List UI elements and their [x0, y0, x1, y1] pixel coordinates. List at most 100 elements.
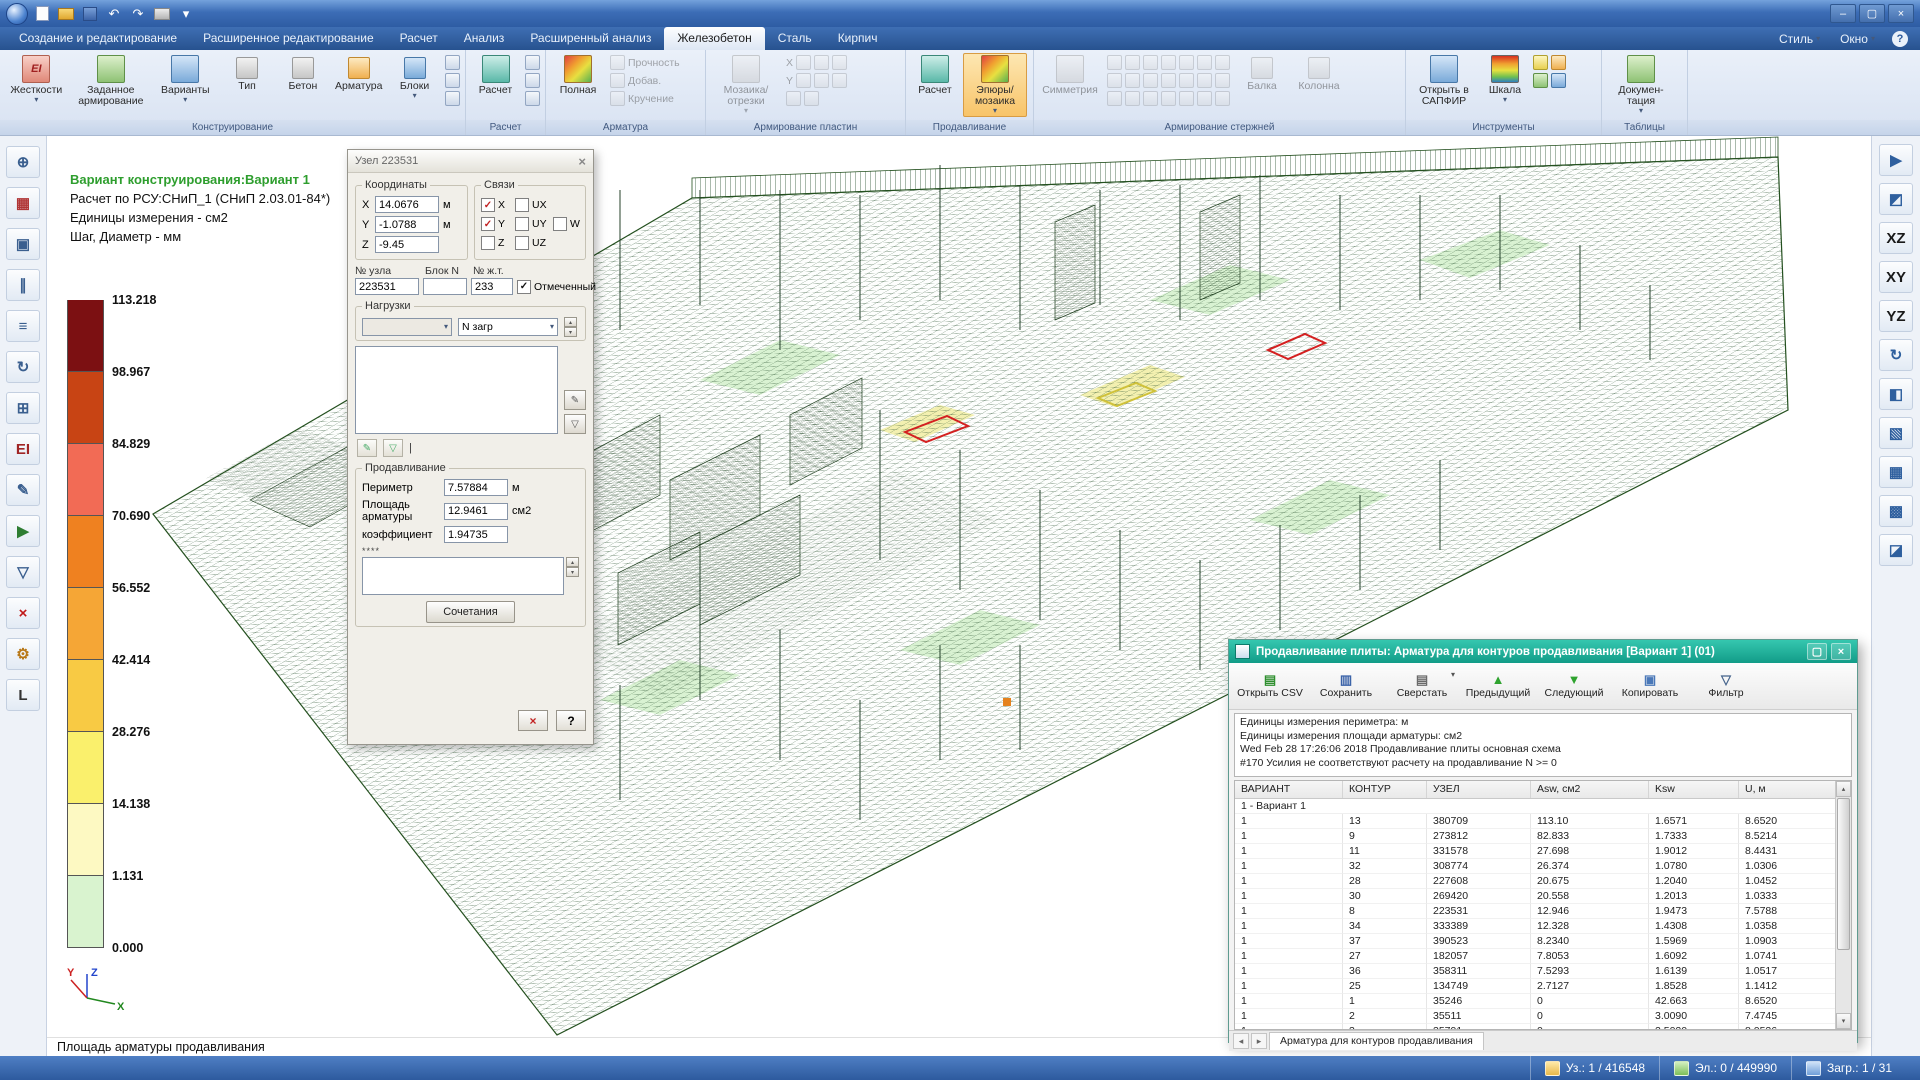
table-row[interactable]: 1822353112.9461.94737.5788 — [1235, 904, 1836, 919]
model-cube-icon[interactable]: ◪ — [1879, 534, 1913, 566]
ribbon-tab[interactable]: Расчет — [387, 27, 451, 50]
table-row[interactable]: 1271820577.80531.60921.0741 — [1235, 949, 1836, 964]
clear-selection-button[interactable]: ▽ — [564, 414, 586, 434]
calc-button[interactable]: Расчет — [470, 53, 521, 98]
full-reinforcement-button[interactable]: Полная — [550, 53, 606, 98]
vertical-scrollbar[interactable]: ▴ ▾ — [1835, 781, 1851, 1029]
ribbon-tab[interactable]: Кирпич — [825, 27, 891, 50]
column-header[interactable]: УЗЕЛ — [1427, 781, 1531, 798]
table-row[interactable]: 13433338912.3281.43081.0358 — [1235, 919, 1836, 934]
mesh-icon[interactable]: ⊞ — [6, 392, 40, 424]
previous-button[interactable]: ▲ Предыдущий — [1461, 666, 1535, 706]
play-icon[interactable]: ▶ — [6, 515, 40, 547]
small-tool-icon[interactable] — [525, 73, 540, 88]
marked-checkbox[interactable]: ✓ — [517, 280, 531, 294]
new-file-icon[interactable] — [32, 4, 52, 23]
concrete-button[interactable]: Бетон — [276, 53, 329, 92]
rotate-view-icon[interactable]: ↻ — [1879, 339, 1913, 371]
close-button[interactable]: × — [1888, 4, 1914, 23]
column-header[interactable]: U, м — [1739, 781, 1836, 798]
memo-spinner[interactable]: ▴▾ — [566, 557, 579, 595]
undo-icon[interactable]: ↶ — [104, 4, 124, 23]
link-uy-checkbox[interactable] — [515, 217, 529, 231]
style-menu[interactable]: Стиль▾ — [1770, 32, 1829, 46]
edit-icon[interactable]: ✎ — [6, 474, 40, 506]
table-row[interactable]: 113380709113.101.65718.6520 — [1235, 814, 1836, 829]
rebar-button[interactable]: Арматура — [332, 53, 385, 92]
scroll-down-icon[interactable]: ▾ — [1836, 1013, 1851, 1029]
redo-icon[interactable]: ↷ — [128, 4, 148, 23]
dialog-help-button[interactable]: ? — [556, 710, 586, 731]
edit-load-icon[interactable]: ✎ — [357, 439, 377, 457]
resize-grip[interactable] — [1906, 1056, 1920, 1080]
perimeter-field[interactable] — [444, 479, 508, 496]
table-row[interactable]: 133579102.50208.0536 — [1235, 1024, 1836, 1030]
load-select[interactable]: ▾ — [362, 318, 452, 336]
perspective-view-icon[interactable]: ▧ — [1879, 417, 1913, 449]
scroll-up-icon[interactable]: ▴ — [1836, 781, 1851, 797]
open-sapfir-button[interactable]: Открыть в САПФИР — [1410, 53, 1478, 109]
pan-icon[interactable]: ⊕ — [6, 146, 40, 178]
small-tool-icon[interactable] — [1533, 55, 1548, 70]
ribbon-tab[interactable]: Создание и редактирование — [6, 27, 190, 50]
edit-selection-button[interactable]: ✎ — [564, 390, 586, 410]
variants-button[interactable]: Варианты ▾ — [153, 53, 218, 106]
small-tool-icon[interactable] — [1551, 73, 1566, 88]
print-icon[interactable] — [152, 4, 172, 23]
fragment-icon[interactable]: ▦ — [6, 187, 40, 219]
next-button[interactable]: ▼ Следующий — [1537, 666, 1611, 706]
sheet-tab[interactable]: Арматура для контуров продавливания — [1269, 1032, 1484, 1050]
filter-load-icon[interactable]: ▽ — [383, 439, 403, 457]
small-tool-icon[interactable] — [445, 73, 460, 88]
link-ux-checkbox[interactable] — [515, 198, 529, 212]
scale-button[interactable]: Шкала ▾ — [1481, 53, 1529, 106]
punching-diagrams-button[interactable]: Эпюры/мозаика ▾ — [963, 53, 1027, 117]
settings-icon[interactable]: ⚙ — [6, 638, 40, 670]
view-yz-button[interactable]: YZ — [1879, 300, 1913, 332]
table-row[interactable]: 123551103.00907.4745 — [1235, 1009, 1836, 1024]
copy-view-icon[interactable]: ▣ — [6, 228, 40, 260]
load-number-combo[interactable]: N загр▾ — [458, 318, 558, 336]
blocks-button[interactable]: Блоки ▾ — [388, 53, 441, 100]
small-tool-icon[interactable] — [445, 91, 460, 106]
column-header[interactable]: Asw, см2 — [1531, 781, 1649, 798]
maximize-icon[interactable]: ▢ — [1807, 643, 1827, 660]
section-planes-icon[interactable]: ∥ — [6, 269, 40, 301]
view-xz-button[interactable]: XZ — [1879, 222, 1913, 254]
column-header[interactable]: ВАРИАНТ — [1235, 781, 1343, 798]
table-row[interactable]: 1927381282.8331.73338.5214 — [1235, 829, 1836, 844]
tab-left-icon[interactable]: ◂ — [1233, 1033, 1249, 1049]
type-button[interactable]: Тип — [221, 53, 274, 92]
given-reinforcement-button[interactable]: Заданное армирование — [72, 53, 150, 109]
tab-right-icon[interactable]: ▸ — [1251, 1033, 1267, 1049]
small-tool-icon[interactable] — [445, 55, 460, 70]
maximize-button[interactable]: ▢ — [1859, 4, 1885, 23]
small-tool-icon[interactable] — [525, 55, 540, 70]
scroll-thumb[interactable] — [1837, 798, 1850, 950]
coord-y-field[interactable] — [375, 216, 439, 233]
zht-number-field[interactable] — [471, 278, 513, 295]
stiffness-icon[interactable]: EI — [6, 433, 40, 465]
loads-list[interactable] — [355, 346, 558, 434]
open-csv-button[interactable]: ▤ Открыть CSV — [1233, 666, 1307, 706]
node-number-field[interactable] — [355, 278, 419, 295]
documentation-button[interactable]: Докумен- тация ▾ — [1606, 53, 1676, 117]
stiffness-button[interactable]: EI Жесткости ▾ — [4, 53, 69, 106]
small-tool-icon[interactable] — [1533, 73, 1548, 88]
view-xy-button[interactable]: XY — [1879, 261, 1913, 293]
compose-button[interactable]: ▤ Сверстать ▾ — [1385, 666, 1459, 706]
window-menu[interactable]: Окно▾ — [1831, 32, 1884, 46]
close-icon[interactable]: × — [1831, 643, 1851, 660]
table-row[interactable]: 13230877426.3741.07801.0306 — [1235, 859, 1836, 874]
save-button[interactable]: ▥ Сохранить — [1309, 666, 1383, 706]
table-row[interactable]: 1363583117.52931.61391.0517 — [1235, 964, 1836, 979]
ribbon-tab[interactable]: Сталь — [765, 27, 825, 50]
coefficient-field[interactable] — [444, 526, 508, 543]
close-icon[interactable]: × — [578, 154, 586, 169]
dialog-title-bar[interactable]: Узел 223531 × — [348, 150, 593, 173]
table-row[interactable]: 1135246042.6638.6520 — [1235, 994, 1836, 1009]
delete-icon[interactable]: × — [6, 597, 40, 629]
select-cursor-icon[interactable]: ▶ — [1879, 144, 1913, 176]
column-header[interactable]: Ksw — [1649, 781, 1739, 798]
rebar-area-field[interactable] — [444, 503, 508, 520]
